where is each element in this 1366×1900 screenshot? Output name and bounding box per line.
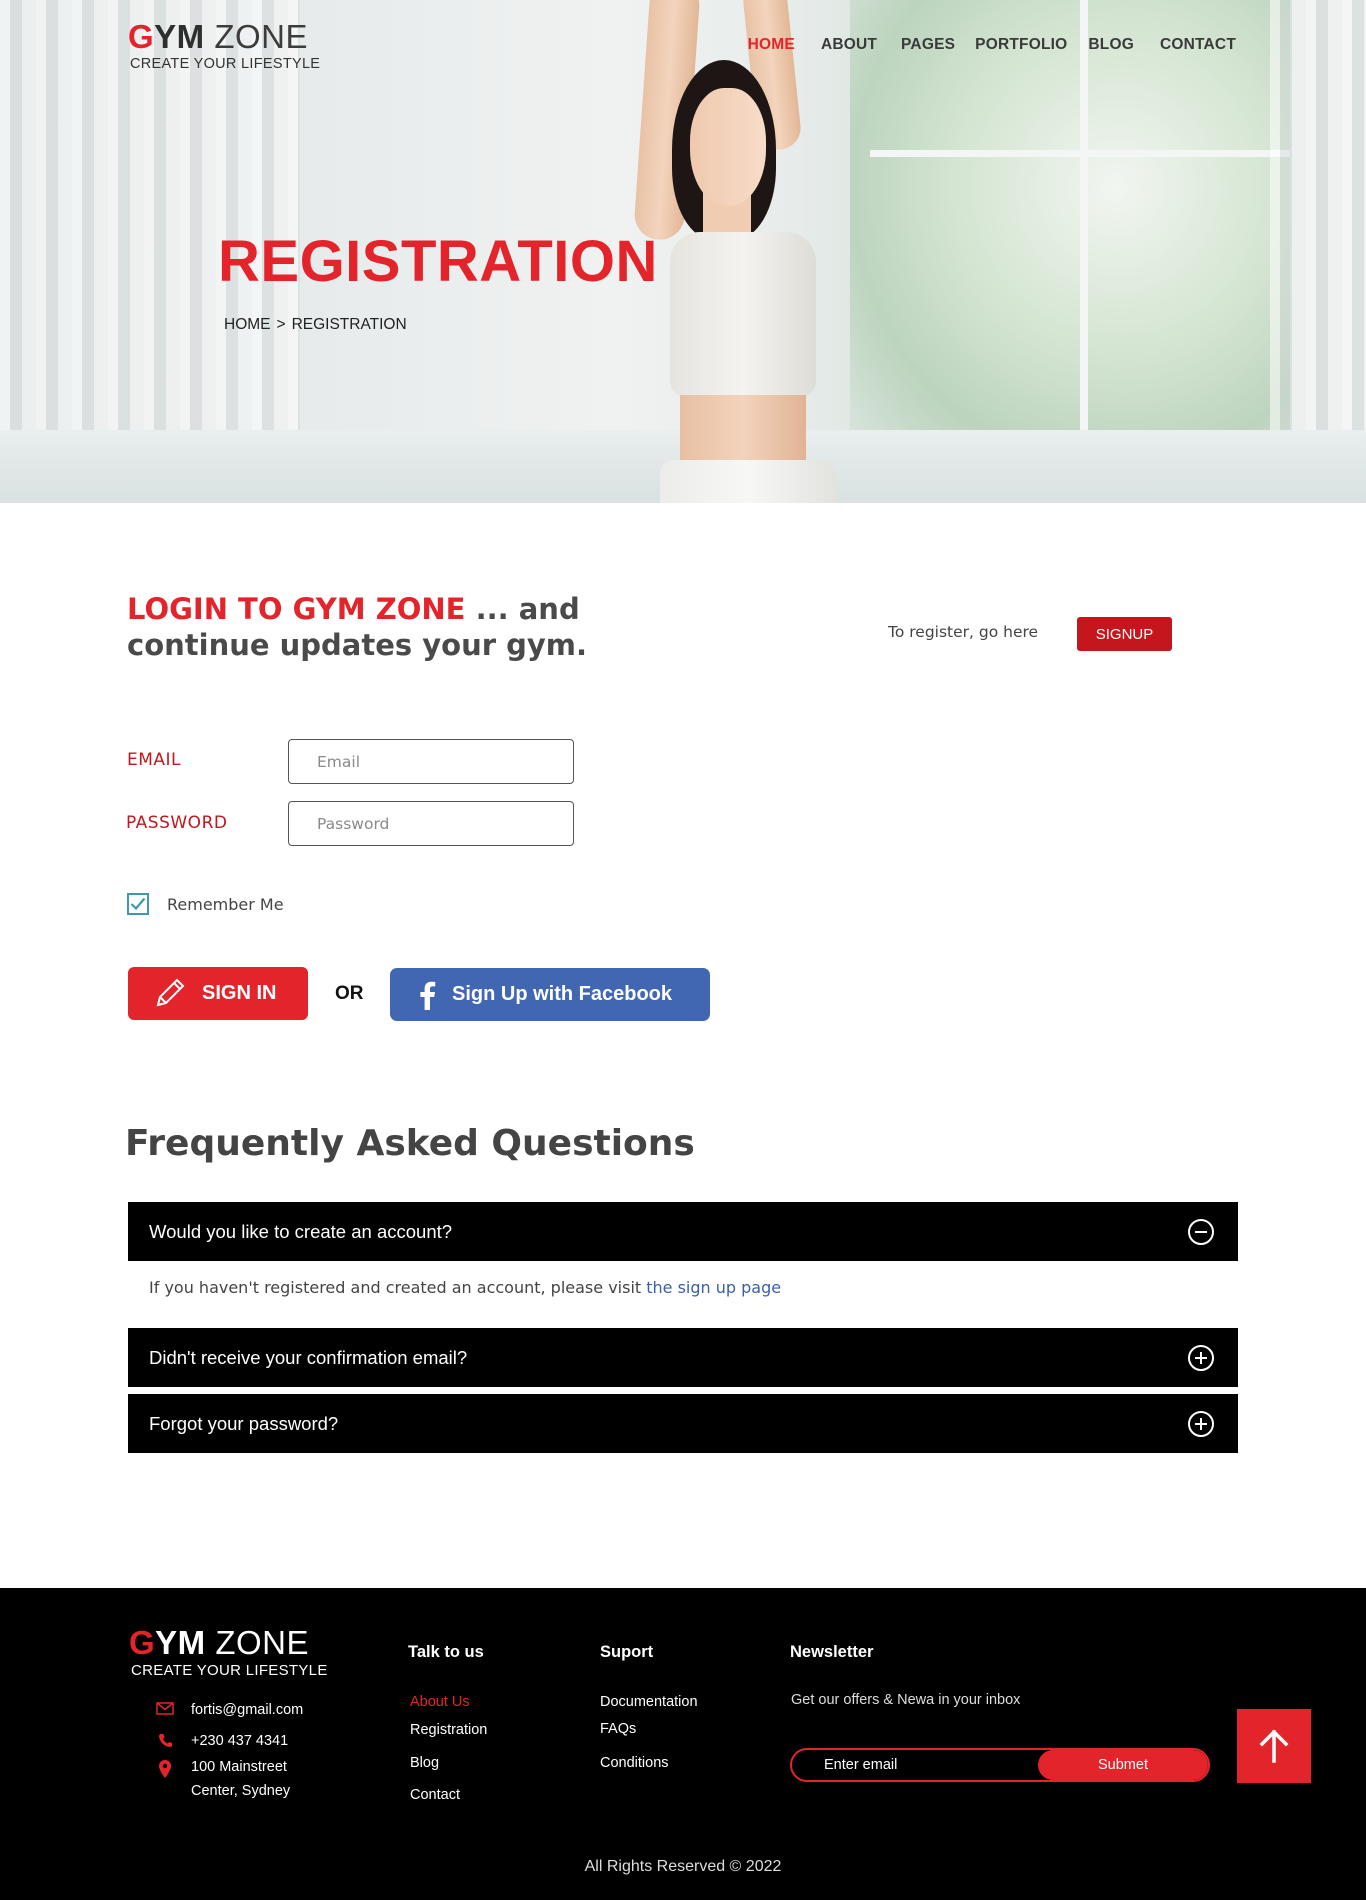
nav-about[interactable]: ABOUT [821, 36, 877, 54]
facebook-signup-button[interactable]: Sign Up with Facebook [390, 968, 710, 1021]
nav-contact[interactable]: CONTACT [1160, 36, 1236, 54]
logo-wordmark: GYM ZONE [129, 1624, 310, 1661]
remember-checkbox[interactable] [127, 893, 149, 915]
nav-home[interactable]: HOME [748, 36, 795, 54]
footer-support-title: Suport [600, 1643, 654, 1661]
register-note: To register, go here [888, 623, 1039, 641]
footer-link-blog[interactable]: Blog [410, 1755, 439, 1771]
footer-link-registration[interactable]: Registration [410, 1722, 487, 1738]
newsletter-email-input[interactable] [792, 1750, 1038, 1780]
hero-overlay: GYM ZONE CREATE YOUR LIFESTYLE HOME ABOU… [0, 0, 1366, 503]
faq-answer-text: If you haven't registered and created an… [149, 1278, 647, 1297]
back-to-top-button[interactable] [1237, 1709, 1311, 1783]
pencil-icon [156, 978, 185, 1006]
newsletter-form: Submet [790, 1748, 1210, 1782]
newsletter-description: Get our offers & Newa in your inbox [791, 1692, 1021, 1708]
faq-question-text: Forgot your password? [149, 1412, 339, 1434]
remember-label: Remember Me [167, 894, 284, 914]
footer-address: 100 Mainstreet Center, Sydney [155, 1755, 290, 1803]
copyright: All Rights Reserved © 2022 [584, 1858, 782, 1875]
facebook-icon [420, 981, 436, 1010]
faq-question-forgot-password[interactable]: Forgot your password? [128, 1394, 1238, 1453]
logo-tagline: CREATE YOUR LIFESTYLE [130, 56, 321, 72]
footer-talk-title: Talk to us [408, 1643, 484, 1661]
nav-pages[interactable]: PAGES [901, 36, 955, 54]
faq-question-text: Would you like to create an account? [149, 1220, 453, 1242]
map-pin-icon [159, 1760, 171, 1778]
email-field[interactable] [288, 739, 574, 784]
login-heading: LOGIN TO GYM ZONE ... and continue updat… [127, 591, 727, 663]
faq-question-text: Didn't receive your confirmation email? [149, 1346, 468, 1368]
remember-me: Remember Me [127, 893, 284, 915]
footer-link-documentation[interactable]: Documentation [600, 1694, 698, 1710]
arrow-up-icon [1259, 1729, 1289, 1763]
login-heading-brand: LOGIN TO GYM ZONE [127, 592, 466, 626]
signin-label: SIGN IN [202, 982, 277, 1004]
breadcrumb-current: REGISTRATION [291, 316, 407, 333]
faq-question-create-account[interactable]: Would you like to create an account? [128, 1202, 1238, 1261]
site-footer: GYM ZONE CREATE YOUR LIFESTYLE fortis@gm… [0, 1588, 1366, 1900]
facebook-label: Sign Up with Facebook [452, 983, 673, 1005]
footer-address-line1: 100 Mainstreet [191, 1759, 287, 1775]
footer-address-line2: Center, Sydney [191, 1783, 291, 1799]
footer-email-text[interactable]: fortis@gmail.com [191, 1698, 303, 1722]
password-field[interactable] [288, 801, 574, 846]
hero-banner: GYM ZONE CREATE YOUR LIFESTYLE HOME ABOU… [0, 0, 1366, 503]
footer-email: fortis@gmail.com [155, 1698, 303, 1722]
main-nav: HOME ABOUT PAGES PORTFOLIO BLOG CONTACT [748, 36, 1236, 54]
faq-title: Frequently Asked Questions [125, 1123, 695, 1164]
collapse-icon[interactable] [1188, 1218, 1214, 1245]
nav-blog[interactable]: BLOG [1088, 36, 1134, 54]
signup-button[interactable]: SIGNUP [1077, 617, 1172, 651]
logo-tagline: CREATE YOUR LIFESTYLE [131, 1662, 328, 1679]
mail-icon [156, 1702, 174, 1715]
site-logo[interactable]: GYM ZONE CREATE YOUR LIFESTYLE [128, 18, 320, 72]
footer-link-about-us[interactable]: About Us [410, 1694, 470, 1710]
breadcrumb: HOME > REGISTRATION [224, 316, 413, 334]
footer-logo[interactable]: GYM ZONE CREATE YOUR LIFESTYLE [129, 1624, 328, 1679]
breadcrumb-separator: > [276, 316, 286, 333]
expand-icon[interactable] [1188, 1344, 1214, 1371]
page-title: REGISTRATION [218, 229, 658, 294]
check-icon [130, 897, 146, 911]
expand-icon[interactable] [1188, 1410, 1214, 1437]
faq-question-confirmation-email[interactable]: Didn't receive your confirmation email? [128, 1328, 1238, 1387]
footer-phone-text[interactable]: +230 437 4341 [191, 1729, 288, 1753]
newsletter-submit-button[interactable]: Submet [1038, 1750, 1208, 1780]
phone-icon [158, 1734, 172, 1747]
or-divider: OR [335, 983, 364, 1004]
footer-phone: +230 437 4341 [155, 1729, 288, 1753]
breadcrumb-home[interactable]: HOME [224, 316, 271, 333]
footer-link-contact[interactable]: Contact [410, 1787, 460, 1803]
faq-answer: If you haven't registered and created an… [149, 1278, 781, 1297]
logo-wordmark: GYM ZONE [128, 18, 309, 55]
footer-link-conditions[interactable]: Conditions [600, 1755, 669, 1771]
email-label: EMAIL [127, 750, 182, 770]
password-label: PASSWORD [126, 813, 228, 833]
footer-newsletter-title: Newsletter [790, 1643, 874, 1661]
signup-page-link[interactable]: the sign up page [646, 1278, 781, 1297]
footer-link-faqs[interactable]: FAQs [600, 1721, 636, 1737]
nav-portfolio[interactable]: PORTFOLIO [975, 36, 1067, 54]
signin-button[interactable]: SIGN IN [128, 967, 308, 1020]
